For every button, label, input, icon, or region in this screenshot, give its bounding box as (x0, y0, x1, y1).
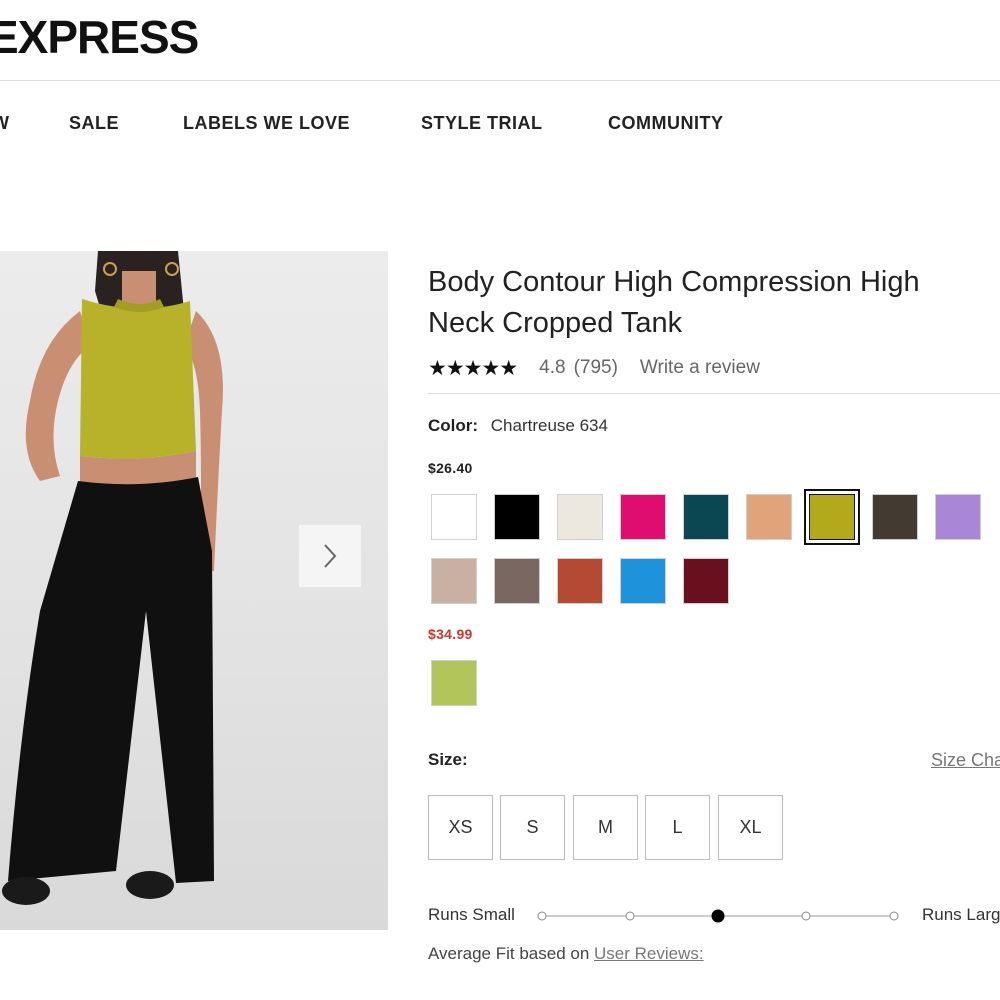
size-chart-link[interactable]: Size Cha (931, 750, 1000, 771)
size-option-s[interactable]: S (500, 795, 565, 860)
selected-color-name: Chartreuse 634 (490, 416, 608, 435)
regular-price: $26.40 (428, 460, 473, 476)
rating-stars-icon[interactable]: ★★★★★ (428, 356, 518, 381)
color-swatch-beige[interactable] (431, 558, 477, 604)
nav-item-labels-we-love[interactable]: LABELS WE LOVE (183, 113, 350, 134)
color-swatch-teal[interactable] (683, 494, 729, 540)
rating-row: ★★★★★ 4.8 (795) Write a review (428, 354, 760, 382)
rating-value: 4.8 (539, 357, 566, 378)
product-image (0, 251, 388, 930)
color-swatch-white[interactable] (431, 494, 477, 540)
fit-runs-large-label: Runs Larg (922, 905, 1000, 924)
average-fit-label: Average Fit based on (428, 944, 590, 963)
rating-divider (428, 393, 1000, 394)
color-row: Color: Chartreuse 634 (428, 416, 608, 436)
sale-color-swatch-lime[interactable] (431, 660, 477, 706)
color-swatch-black[interactable] (494, 494, 540, 540)
color-swatch-dark-brown[interactable] (872, 494, 918, 540)
color-swatch-tan[interactable] (746, 494, 792, 540)
fit-scale-marker (889, 911, 899, 921)
express-logo[interactable]: EXPRESS (0, 10, 199, 64)
chevron-right-icon (324, 544, 337, 568)
color-swatch-chartreuse[interactable] (804, 489, 860, 545)
color-swatch-lavender[interactable] (935, 494, 981, 540)
fit-runs-small-label: Runs Small (428, 905, 515, 924)
fit-scale-marker (537, 911, 547, 921)
header-divider (0, 80, 1000, 81)
fit-scale-marker (625, 911, 635, 921)
size-option-xl[interactable]: XL (718, 795, 783, 860)
sale-price: $34.99 (428, 626, 473, 642)
gallery-next-button[interactable] (299, 525, 361, 587)
user-reviews-link[interactable]: User Reviews: (594, 944, 704, 963)
color-swatch-taupe[interactable] (494, 558, 540, 604)
size-option-xs[interactable]: XS (428, 795, 493, 860)
main-nav: W SALE LABELS WE LOVE STYLE TRIAL COMMUN… (0, 113, 1000, 137)
color-label: Color: (428, 416, 479, 435)
fit-scale (537, 909, 899, 923)
size-option-m[interactable]: M (573, 795, 638, 860)
size-option-l[interactable]: L (645, 795, 710, 860)
rating-count[interactable]: (795) (574, 357, 618, 379)
fit-scale-marker-selected (711, 909, 725, 923)
average-fit-text: Average Fit based on User Reviews: (428, 944, 704, 964)
color-swatch-ivory[interactable] (557, 494, 603, 540)
color-swatch-rust[interactable] (557, 558, 603, 604)
nav-item-w[interactable]: W (0, 113, 10, 134)
write-review-link[interactable]: Write a review (640, 357, 760, 379)
color-swatch-magenta[interactable] (620, 494, 666, 540)
product-title: Body Contour High Compression High Neck … (428, 266, 920, 339)
color-swatch-burgundy[interactable] (683, 558, 729, 604)
size-label: Size: (428, 750, 468, 769)
product-photo-illustration (2, 251, 223, 905)
nav-item-style-trial[interactable]: STYLE TRIAL (421, 113, 543, 134)
nav-item-community[interactable]: COMMUNITY (608, 113, 724, 134)
color-swatch-blue[interactable] (620, 558, 666, 604)
fit-scale-marker (801, 911, 811, 921)
nav-item-sale[interactable]: SALE (69, 113, 119, 134)
